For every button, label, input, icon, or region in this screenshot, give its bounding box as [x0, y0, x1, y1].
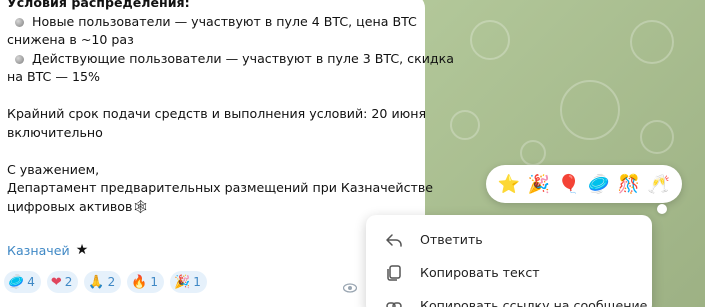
author-name[interactable]: Казначей: [7, 243, 70, 258]
message-text: Условия распределения: Новые пользовател…: [7, 0, 454, 217]
reaction-chip[interactable]: 🎉 1: [170, 271, 207, 293]
web-emoji-icon: 🕸: [132, 199, 149, 215]
star-icon: ★: [75, 242, 89, 258]
reaction-chip[interactable]: 🥏 4: [4, 271, 41, 293]
eye-icon: [342, 282, 358, 296]
star-emoji-icon[interactable]: ⭐: [497, 174, 521, 195]
bullet-line: Действующие пользователи — участвуют в п…: [7, 50, 454, 69]
disc-emoji-icon[interactable]: 🥏: [587, 174, 611, 195]
party-emoji-icon[interactable]: 🎉: [527, 174, 551, 195]
link-icon: [384, 296, 404, 307]
bullet-line-cont: снижена в ~10 раз: [7, 32, 134, 47]
menu-item-copy-link[interactable]: Копировать ссылку на сообщение: [366, 289, 652, 307]
menu-item-reply[interactable]: Ответить: [366, 223, 652, 256]
reactions-row: 🥏 4 ❤ 2 🙏 2 🔥 1 🎉 1: [4, 271, 207, 293]
reaction-picker: ⭐ 🎉 🎈 🥏 🎊 🥂: [486, 165, 682, 203]
message-heading: Условия распределения:: [7, 0, 190, 10]
menu-item-copy-text[interactable]: Копировать текст: [366, 256, 652, 289]
reaction-chip[interactable]: ❤ 2: [46, 271, 79, 293]
confetti-emoji-icon[interactable]: 🎊: [617, 174, 641, 195]
bullet-line-cont: на BTC — 15%: [7, 69, 100, 84]
balloon-emoji-icon[interactable]: 🎈: [557, 174, 581, 195]
author-row: Казначей ★: [7, 242, 88, 258]
context-menu: Ответить Копировать текст Копировать ссы…: [366, 215, 652, 307]
copy-icon: [384, 263, 404, 283]
message-bubble[interactable]: Условия распределения: Новые пользовател…: [0, 0, 454, 307]
fire-emoji-icon: 🔥: [131, 274, 148, 290]
deadline-line-cont: включительно: [7, 124, 103, 140]
reaction-chip[interactable]: 🙏 2: [84, 271, 122, 293]
deadline-line: Крайний срок подачи средств и выполнения…: [7, 106, 427, 121]
reaction-picker-tail: [657, 204, 667, 214]
disc-emoji-icon: 🥏: [8, 274, 25, 290]
bullet-icon: [15, 54, 24, 64]
closing-line: Департамент предварительных размещений п…: [7, 180, 433, 195]
pray-emoji-icon: 🙏: [88, 274, 105, 290]
heart-emoji-icon: ❤: [50, 274, 62, 290]
reaction-chip[interactable]: 🔥 1: [127, 271, 165, 293]
party-emoji-icon: 🎉: [174, 274, 191, 290]
reply-icon: [384, 230, 404, 250]
bullet-line: Новые пользователи — участвуют в пуле 4 …: [7, 13, 419, 32]
toast-emoji-icon[interactable]: 🥂: [647, 174, 671, 195]
closing-line: цифровых активов🕸: [7, 198, 149, 215]
bullet-icon: [15, 17, 24, 27]
closing-line: С уважением,: [7, 161, 100, 177]
